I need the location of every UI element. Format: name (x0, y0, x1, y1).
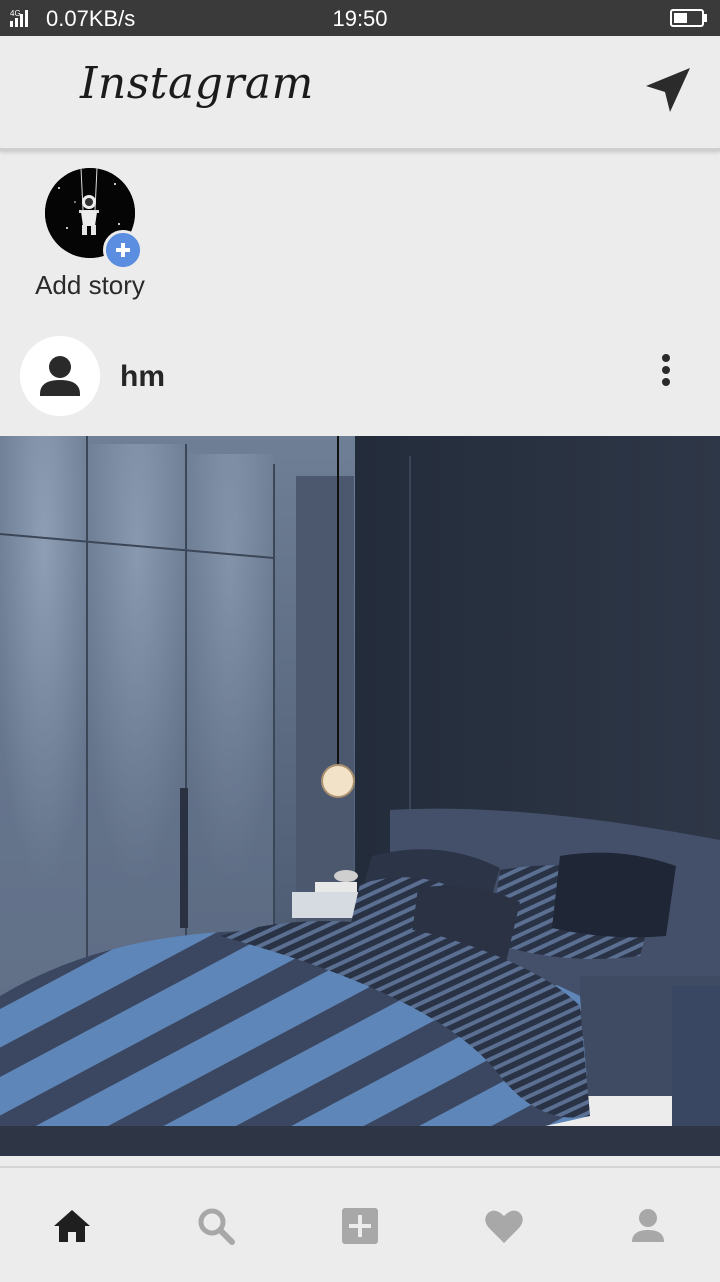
post-image[interactable] (0, 436, 720, 1156)
post-username[interactable]: hm (120, 360, 165, 394)
heart-icon[interactable] (482, 1204, 526, 1248)
clock: 19:50 (332, 6, 388, 31)
app-logo[interactable]: Instagram (80, 58, 314, 109)
top-app-bar: Instagram (0, 36, 720, 151)
story-label: Add story (35, 270, 145, 300)
person-icon (40, 356, 80, 396)
bedroom-photo (0, 436, 720, 1156)
status-bar: 4G 0.07KB/s 19:50 (0, 0, 720, 36)
profile-icon[interactable] (626, 1204, 670, 1248)
battery-icon (670, 9, 707, 27)
search-icon[interactable] (194, 1204, 238, 1248)
home-icon[interactable] (50, 1204, 94, 1248)
add-post-icon[interactable] (338, 1204, 382, 1248)
more-vertical-icon[interactable] (650, 350, 682, 394)
post-avatar[interactable] (20, 336, 100, 416)
bottom-navigation (0, 1166, 720, 1282)
add-story-icon[interactable] (103, 230, 143, 270)
paper-plane-icon[interactable] (642, 64, 694, 116)
